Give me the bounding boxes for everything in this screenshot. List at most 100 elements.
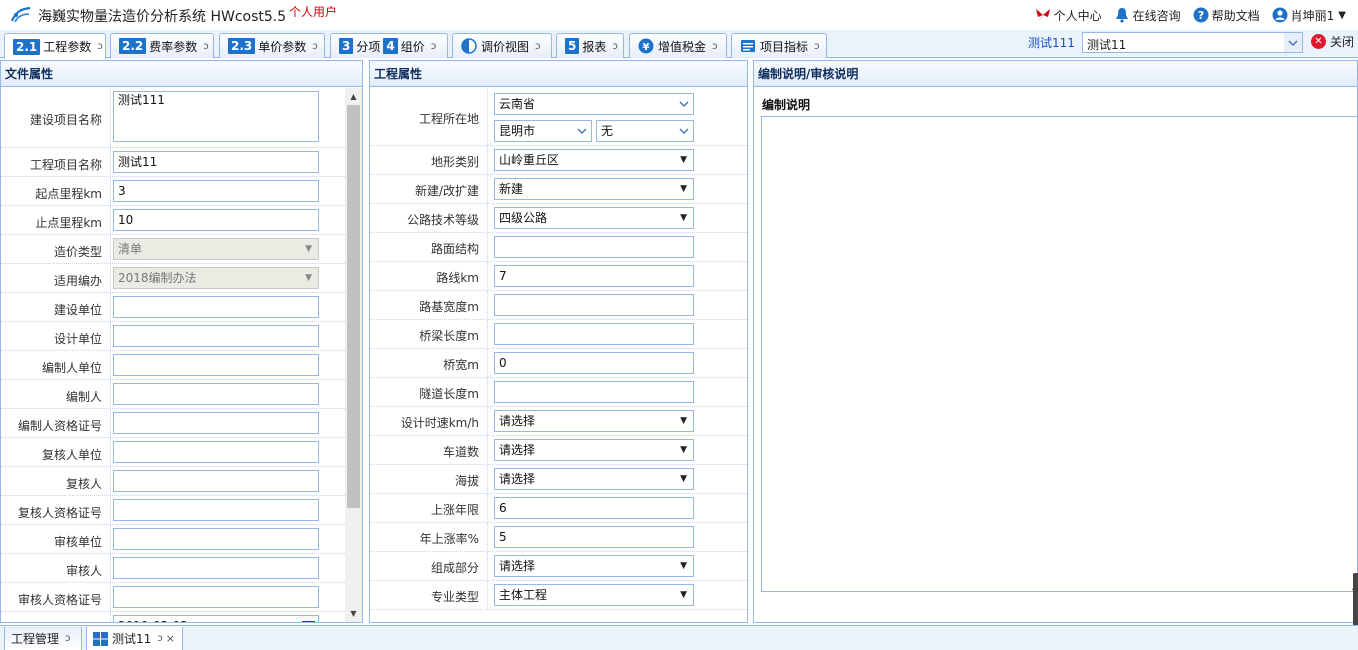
form-row: 审核单位 [1,525,345,554]
text-input[interactable]: 6 [494,497,694,519]
refresh-icon[interactable]: ↄ [97,41,103,52]
help-docs-link[interactable]: ? 帮助文档 [1193,7,1260,24]
field-label: 编制人 [65,389,102,404]
text-input[interactable]: 10 [113,209,319,231]
tab-project-indicators[interactable]: 项目指标 ↄ [731,33,827,58]
form-row: 适用编办 2018编制办法 ▼ [1,264,345,293]
date-field[interactable]: 2019-03-03 [113,615,319,622]
refresh-icon[interactable]: ↄ [814,41,820,52]
refresh-icon[interactable]: ↄ [712,41,718,52]
text-input[interactable]: 0 [494,352,694,374]
refresh-icon[interactable]: ↄ [65,633,71,644]
select-field[interactable]: 请选择 ▼ [494,468,694,490]
scroll-down-arrow-icon[interactable]: ▼ [345,605,362,622]
field-label: 桥梁长度m [419,329,479,343]
field-label: 编制人单位 [41,360,102,375]
field-label: 工程所在地 [418,112,479,126]
text-input[interactable] [113,383,319,405]
field-label: 路基宽度m [419,300,479,314]
bottom-tab-current-project[interactable]: 测试11 ↄ × [86,627,183,650]
user-menu[interactable]: 肖坤丽1 ▼ [1272,7,1346,24]
text-input[interactable] [113,470,319,492]
close-project-button[interactable]: ✕ 关闭 [1311,33,1354,50]
text-input[interactable] [113,586,319,608]
select-field[interactable]: 请选择 ▼ [494,555,694,577]
form-row: 年上涨率% 5 [370,523,747,552]
refresh-icon[interactable]: ↄ [203,41,209,52]
chevron-down-icon[interactable] [1284,33,1302,52]
select-field[interactable]: 主体工程 ▼ [494,584,694,606]
city-select[interactable]: 昆明市 [494,120,592,142]
field-value: 主体工程 [499,588,548,602]
text-input[interactable]: 5 [494,526,694,548]
form-row: 海拔 请选择 ▼ [370,465,747,494]
text-input[interactable] [494,294,694,316]
tab-label: 调价视图 [481,39,530,54]
text-input[interactable]: 3 [113,180,319,202]
field-label: 止点里程km [35,215,102,230]
tab-project-params[interactable]: 2.1 工程参数 ↄ [4,33,106,59]
panel-resize-handle[interactable] [1353,573,1358,628]
project-name-textarea[interactable]: 测试111 [113,91,319,142]
compile-description-textarea[interactable] [761,116,1357,592]
text-input[interactable] [113,325,319,347]
tab-reports[interactable]: 5 报表 ↄ [556,33,624,58]
select-field[interactable]: 请选择 ▼ [494,439,694,461]
dropdown-arrow-icon: ▼ [680,184,687,194]
tab-label: 工程参数 [43,40,92,54]
field-value: 2018编制办法 [118,271,197,285]
tab-number: 2.2 [119,38,147,54]
select-field[interactable]: 请选择 ▼ [494,410,694,432]
refresh-icon[interactable]: ↄ [157,633,163,644]
tab-vat[interactable]: ¥ 增值税金 ↄ [629,33,727,58]
select-field[interactable]: 四级公路 ▼ [494,207,694,229]
close-icon[interactable]: × [166,632,175,645]
field-label: 建设项目名称 [29,113,102,127]
select-field[interactable]: 山岭重丘区 ▼ [494,149,694,171]
refresh-icon[interactable]: ↄ [612,41,618,52]
tab-price-params[interactable]: 2.3 单价参数 ↄ [219,33,325,58]
dropdown-arrow-icon: ▼ [305,244,312,254]
form-row: 上涨年限 6 [370,494,747,523]
text-input[interactable] [113,412,319,434]
province-select[interactable]: 云南省 [494,93,694,115]
refresh-icon[interactable]: ↄ [312,41,318,52]
chevron-down-icon [675,94,693,114]
scroll-up-arrow-icon[interactable]: ▲ [345,88,362,105]
windows-icon [93,631,108,646]
refresh-icon[interactable]: ↄ [535,41,541,52]
bottom-tab-project-management[interactable]: 工程管理 ↄ [4,627,82,650]
select-field[interactable]: 新建 ▼ [494,178,694,200]
text-input[interactable] [113,354,319,376]
text-input[interactable]: 7 [494,265,694,287]
text-input[interactable] [494,236,694,258]
tab-fee-params[interactable]: 2.2 费率参数 ↄ [110,33,214,58]
form-row: 止点里程km 10 [1,206,345,235]
form-row: 编制人单位 [1,351,345,380]
field-label: 桥宽m [443,358,479,372]
text-input[interactable]: 测试11 [113,151,319,173]
user-name: 肖坤丽1 [1290,8,1335,23]
text-input[interactable] [113,296,319,318]
scrollbar-thumb[interactable] [347,105,360,508]
calendar-icon[interactable] [302,618,315,622]
text-input[interactable] [494,381,694,403]
district-select[interactable]: 无 [596,120,694,142]
form-row: 路面结构 [370,233,747,262]
text-input[interactable] [113,499,319,521]
text-input[interactable] [113,528,319,550]
text-input[interactable] [113,441,319,463]
refresh-icon[interactable]: ↄ [431,41,437,52]
field-label: 上涨年限 [430,503,479,517]
form-row: 造价类型 清单 ▼ [1,235,345,264]
text-input[interactable] [113,557,319,579]
tab-adjust-view[interactable]: 调价视图 ↄ [452,33,552,58]
form-row: 编制人 [1,380,345,409]
form-row: 编制日期 2019-03-03 [1,612,345,622]
personal-center-link[interactable]: 个人中心 [1035,7,1102,24]
tab-items-pricing[interactable]: 3 分项 4 组价 ↄ [330,33,448,58]
text-input[interactable] [494,323,694,345]
project-select[interactable]: 测试11 [1082,32,1303,53]
vertical-scrollbar[interactable]: ▲ ▼ [345,88,362,622]
online-consult-link[interactable]: 在线咨询 [1114,7,1181,24]
